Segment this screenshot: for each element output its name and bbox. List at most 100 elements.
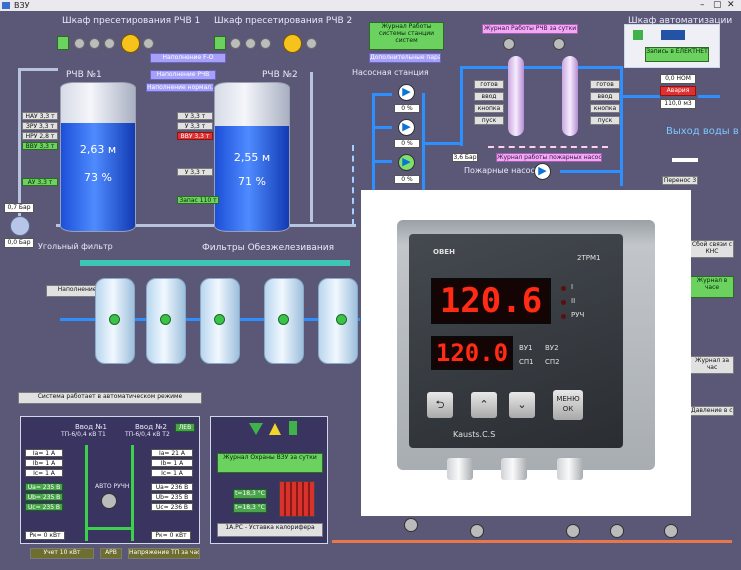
fault-button[interactable]: Авария (660, 86, 696, 96)
minimize-icon[interactable]: – (700, 0, 705, 11)
fire-pumps-title: Пожарные насосы (464, 166, 542, 175)
input2-sub: ТП-6/0,4 кВ Т2 (125, 431, 170, 438)
current-value: Ic= 1 А (151, 469, 193, 477)
fan-icon (121, 34, 140, 53)
back-key[interactable]: ⮌ (427, 392, 453, 418)
auto-manual-switch[interactable] (470, 524, 484, 538)
indicator-dot (245, 38, 256, 49)
small-button[interactable]: ввод (474, 92, 504, 101)
cabinet-right-power-icon[interactable] (214, 36, 226, 50)
cabinet-left-power-icon[interactable] (57, 36, 69, 50)
window-titlebar: ВЗУ – ▢ ✕ (0, 0, 741, 11)
pump-icon (10, 216, 30, 236)
fire-pump-icon[interactable]: ▶ (534, 163, 551, 180)
voltage-value: Ua= 235 В (25, 483, 63, 491)
tank1-side-item: АУ 3,3 т (22, 178, 58, 186)
output-water-label: Выход воды в сеть (666, 126, 741, 137)
temperature-value: t=18,3 °C (233, 503, 267, 513)
valve-dot (160, 314, 171, 325)
cabinet-icon (633, 30, 643, 40)
pipe (372, 93, 392, 96)
net-status-button[interactable]: Запись в ЕЛЕКТНЕТ (645, 47, 709, 62)
indicator-dot (104, 38, 115, 49)
pump-icon[interactable]: ▶ (398, 84, 415, 101)
small-button[interactable]: ввод (590, 92, 620, 101)
bus-line (85, 527, 133, 530)
auto-manual-switch[interactable] (404, 518, 418, 532)
current-value: Ib= 1 А (151, 459, 193, 467)
tank2-side-item: ВВУ 3,3 т (177, 132, 213, 140)
transfer-button[interactable]: Перенос 3 (662, 176, 698, 185)
journal-hour-button[interactable]: Журнал в часе (690, 276, 734, 298)
pump-percent: 0 % (394, 175, 420, 184)
small-button[interactable]: кнопка (590, 104, 620, 113)
fire-pressure: 3,6 Бар (452, 153, 478, 162)
voltage-value: Uc= 235 В (25, 503, 63, 511)
small-button[interactable]: готов (590, 80, 620, 89)
close-icon[interactable]: ✕ (727, 0, 735, 11)
auto-manual-switch[interactable] (101, 493, 117, 509)
voltage-value: Ua= 236 В (151, 483, 193, 491)
up-key[interactable]: ⌃ (471, 392, 497, 418)
fill-rchv-button[interactable]: Наполнение РЧВ (150, 70, 216, 80)
system-status-button[interactable]: Система работает в автоматическом режиме (18, 392, 202, 404)
tank1-side-item: НРУ 2,8 т (22, 132, 58, 140)
window-title: ВЗУ (14, 1, 30, 10)
down-key[interactable]: ⌄ (509, 392, 535, 418)
valve-dot (109, 314, 120, 325)
auto-manual-switch[interactable] (664, 524, 678, 538)
auto-manual-switch[interactable] (503, 38, 515, 50)
input2-currents: Ia= 21 А Ib= 1 А Ic= 1 А Ua= 236 В Ub= 2… (151, 449, 193, 511)
comm-status: Сбой связи с КНС (690, 240, 734, 258)
current-value: Ia= 1 А (25, 449, 63, 457)
pressure-vessel (562, 56, 578, 136)
extra-params-button[interactable]: Дополнительные параметры (369, 53, 441, 63)
fill-rchv-sub-button[interactable]: Наполнение нормал. (146, 83, 214, 92)
auto-manual-switch[interactable] (610, 524, 624, 538)
maximize-icon[interactable]: ▢ (713, 0, 722, 11)
electrical-panel: Ввод №1 ТП-6/0,4 кВ Т1 Ввод №2 ТП-6/0,4 … (20, 416, 200, 544)
top-display: 120.6 (431, 278, 551, 324)
led-manual (561, 314, 566, 319)
small-button[interactable]: пуск (590, 116, 620, 125)
device-footer: Kausts.C.S (453, 430, 496, 439)
journal-rchv-button[interactable]: Журнал Работы РЧВ за сутки (482, 24, 578, 34)
heater-setpoint-button[interactable]: 1А.РС - Уставка калорифера (217, 523, 323, 537)
device-brand: ОВЕН (433, 248, 455, 256)
tank2-side-item: У 3,3 т (177, 122, 213, 130)
journal-work-button[interactable]: Журнал Работы системы станции систем (369, 22, 444, 50)
network-pressure: Давление в сети (690, 406, 734, 416)
small-button[interactable]: готов (474, 80, 504, 89)
input1-sub: ТП-6/0,4 кВ Т1 (61, 431, 106, 438)
input1-currents: Ia= 1 А Ib= 1 А Ic= 1 А Ua= 235 В Ub= 23… (25, 449, 63, 511)
auto-manual-switch[interactable] (553, 38, 565, 50)
tank1-side-list: НАУ 3,3 т ЗРУ 3,3 т НРУ 2,8 т ВВУ 3,3 т … (22, 112, 58, 186)
filter-note: Угольный фильтр (38, 242, 113, 251)
menu-ok-key[interactable]: МЕНЮ ОК (553, 390, 583, 420)
pipe (18, 68, 58, 71)
pump-icon[interactable]: ▶ (398, 119, 415, 136)
heater-panel: Журнал Охраны ВЗУ за сутки t=18,3 °C t=1… (210, 416, 328, 544)
tp-voltage-button[interactable]: Напряжение ТП за час (128, 548, 200, 559)
controller-housing: ОВЕН 2ТРМ1 120.6 120.0 I II РУЧ ВУ1 СП1 … (397, 220, 655, 480)
output-label: ВУ1 (519, 344, 533, 352)
journal-fire-button[interactable]: Журнал работы пожарных насосов (496, 153, 602, 162)
cabinet-right-title: Шкаф пресетирования РЧВ 2 (214, 16, 353, 26)
tank1-level-pct: 73 % (84, 171, 112, 184)
pump-icon[interactable]: ▶ (398, 154, 415, 171)
tank1-side-item: НАУ 3,3 т (22, 112, 58, 120)
journal-low-button[interactable]: Журнал за час (690, 356, 734, 374)
voltage-value: Ub= 235 В (151, 493, 193, 501)
journal-guard-button[interactable]: Журнал Охраны ВЗУ за сутки (217, 453, 323, 473)
pipe (332, 540, 732, 543)
pipe-dashed (352, 145, 356, 225)
led-i (561, 286, 566, 291)
fill-fe-button[interactable]: Наполнение F-О (150, 53, 226, 63)
small-button[interactable]: пуск (474, 116, 504, 125)
alarm-icon (249, 423, 263, 435)
small-button-stack: готов ввод кнопка пуск (590, 80, 620, 125)
auto-manual-switch[interactable] (566, 524, 580, 538)
small-button[interactable]: кнопка (474, 104, 504, 113)
pump-station-title: Насосная станция (352, 68, 429, 77)
pipe (460, 66, 620, 69)
